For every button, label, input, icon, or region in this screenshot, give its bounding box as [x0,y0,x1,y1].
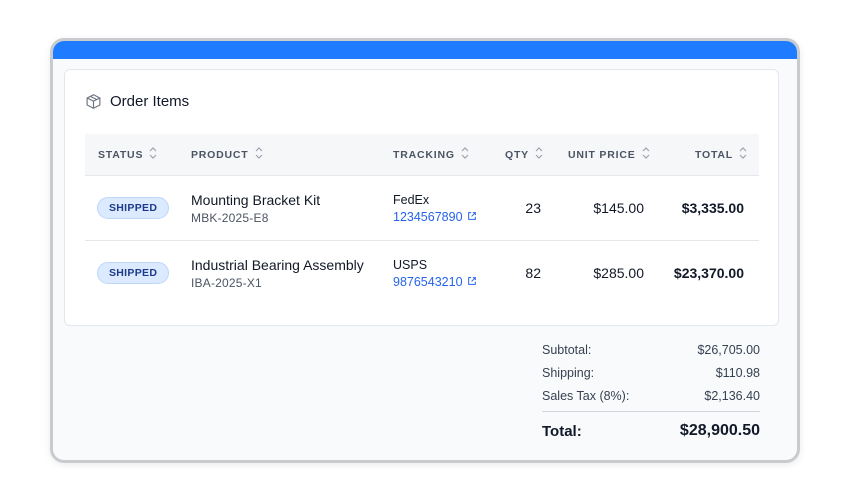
subtotal-label: Subtotal: [542,342,592,357]
column-header-qty[interactable]: QTY [505,146,543,163]
table-header: STATUS PRODUCT TRACKING QTY UNIT PRICE T… [85,134,759,176]
order-items-table: STATUS PRODUCT TRACKING QTY UNIT PRICE T… [85,134,759,306]
product-name: Mounting Bracket Kit [191,192,321,208]
product-cell: Mounting Bracket Kit MBK-2025-E8 [191,192,320,225]
package-icon [85,93,102,110]
product-sku: IBA-2025-X1 [191,276,262,290]
order-window: Order Items STATUS PRODUCT TRACKING QTY … [50,38,800,463]
unit-price-value: $285.00 [593,265,644,281]
tracking-number: 9876543210 [393,275,463,289]
column-label: STATUS [98,148,144,161]
external-link-icon [467,210,477,224]
column-header-total[interactable]: TOTAL [695,146,747,163]
subtotal-row: Subtotal: $26,705.00 [542,338,760,361]
sort-icon [255,146,263,163]
sort-icon [535,146,543,163]
table-row: SHIPPED Industrial Bearing Assembly IBA-… [85,241,759,306]
column-label: TOTAL [695,148,734,161]
order-items-card: Order Items STATUS PRODUCT TRACKING QTY … [64,69,779,326]
card-header: Order Items [85,93,189,110]
column-header-product[interactable]: PRODUCT [191,146,263,163]
shipping-row: Shipping: $110.98 [542,361,760,384]
tax-value: $2,136.40 [704,388,760,403]
tracking-cell: USPS 9876543210 [393,258,477,289]
tax-label: Sales Tax (8%): [542,388,630,403]
total-label: Total: [542,422,582,440]
carrier-name: USPS [393,258,428,272]
grand-total-value: $28,900.50 [679,422,760,439]
unit-price-value: $145.00 [593,200,644,216]
status-cell: SHIPPED [97,197,170,219]
qty-value: 82 [525,265,541,281]
total-value: $23,370.00 [673,265,744,281]
carrier-name: FedEx [393,193,430,207]
total-value: $3,335.00 [681,200,744,216]
sort-icon [461,146,469,163]
accent-bar [53,41,797,59]
status-badge: SHIPPED [97,262,170,284]
column-header-unit-price[interactable]: UNIT PRICE [568,146,650,163]
sort-icon [642,146,650,163]
qty-value: 23 [525,200,541,216]
column-header-tracking[interactable]: TRACKING [393,146,469,163]
table-row: SHIPPED Mounting Bracket Kit MBK-2025-E8… [85,176,759,241]
card-title: Order Items [110,93,190,110]
product-sku: MBK-2025-E8 [191,211,269,225]
shipping-value: $110.98 [715,365,760,380]
column-header-status[interactable]: STATUS [98,146,157,163]
sort-icon [149,146,157,163]
external-link-icon [467,275,477,289]
tracking-number: 1234567890 [393,210,463,224]
tracking-link[interactable]: 9876543210 [393,275,477,289]
column-label: PRODUCT [191,148,249,161]
order-summary: Subtotal: $26,705.00 Shipping: $110.98 S… [542,338,760,450]
shipping-label: Shipping: [542,365,595,380]
product-cell: Industrial Bearing Assembly IBA-2025-X1 [191,257,364,290]
status-badge: SHIPPED [97,197,170,219]
total-row: Total: $28,900.50 [542,412,760,450]
tracking-cell: FedEx 1234567890 [393,193,477,224]
tax-row: Sales Tax (8%): $2,136.40 [542,384,760,407]
subtotal-value: $26,705.00 [697,342,760,357]
product-name: Industrial Bearing Assembly [191,257,364,273]
column-label: UNIT PRICE [568,148,636,161]
column-label: TRACKING [393,148,455,161]
sort-icon [739,146,747,163]
tracking-link[interactable]: 1234567890 [393,210,477,224]
column-label: QTY [505,148,529,161]
status-cell: SHIPPED [97,262,170,284]
